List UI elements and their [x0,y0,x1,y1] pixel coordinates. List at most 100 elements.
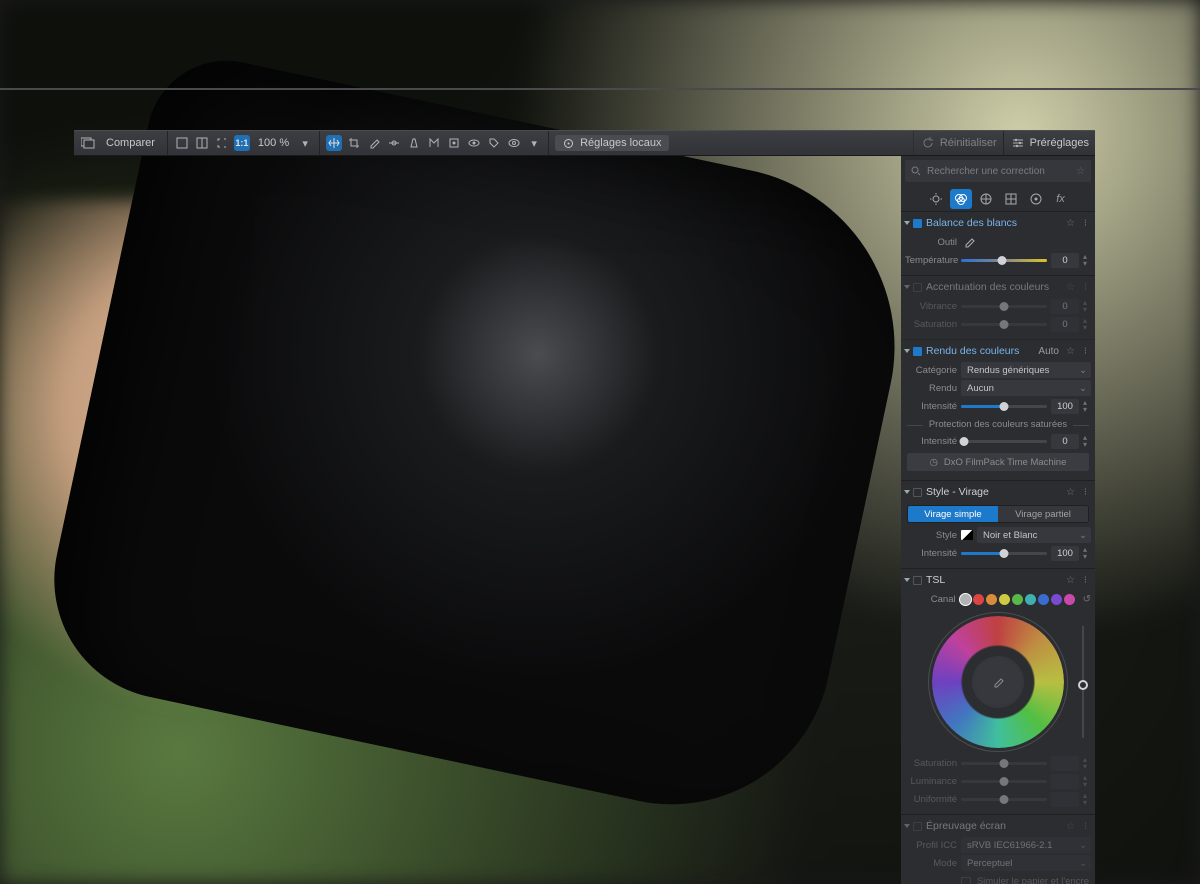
zoom-level[interactable]: 100 % [254,137,293,149]
favorite-icon[interactable]: ☆ [1065,218,1076,229]
local-adjustments-button[interactable]: Réglages locaux [555,135,669,151]
color-wheel[interactable] [932,616,1064,748]
style-dropdown[interactable]: Noir et Blanc [977,527,1091,543]
tab-local[interactable] [1025,189,1047,209]
stepper-icon[interactable]: ▴▾ [1083,317,1091,331]
auto-label[interactable]: Auto [1038,346,1059,357]
channel-swatch[interactable] [973,594,984,605]
filmpack-button[interactable]: ◷ DxO FilmPack Time Machine [907,453,1089,471]
reset-channel-icon[interactable]: ↺ [1083,594,1091,605]
intensity-slider[interactable] [961,405,1047,408]
expand-icon[interactable]: ⁝ [1080,282,1091,293]
tag-tool-icon[interactable] [486,135,502,151]
zoom-1to1-button[interactable]: 1:1 [234,135,250,151]
channel-swatch[interactable] [1012,594,1023,605]
channel-swatch[interactable] [1025,594,1036,605]
tsl-saturation-value[interactable] [1051,756,1079,771]
temperature-value[interactable]: 0 [1051,253,1079,268]
zoom-dropdown-icon[interactable]: ▾ [297,135,313,151]
seg-partial[interactable]: Virage partiel [998,506,1088,522]
section-toggle[interactable] [913,576,922,585]
tsl-uniformity-value[interactable] [1051,792,1079,807]
stepper-icon[interactable]: ▴▾ [1083,792,1091,806]
tab-effects[interactable]: fx [1050,189,1072,209]
redeye-tool-icon[interactable] [466,135,482,151]
saturation-value[interactable]: 0 [1051,317,1079,332]
saturation-slider[interactable] [961,323,1047,326]
protect-intensity-slider[interactable] [961,440,1047,443]
tab-detail[interactable] [975,189,997,209]
toning-mode-segment[interactable]: Virage simple Virage partiel [907,505,1089,523]
icc-profile-dropdown[interactable]: sRVB IEC61966-2.1 [961,837,1091,853]
compare-button[interactable]: Comparer [100,135,161,151]
render-dropdown[interactable]: Aucun [961,380,1091,396]
favorite-icon[interactable]: ☆ [1065,575,1076,586]
stepper-icon[interactable]: ▴▾ [1083,434,1091,448]
expand-icon[interactable]: ⁝ [1080,218,1091,229]
channel-swatch[interactable] [986,594,997,605]
category-dropdown[interactable]: Rendus génériques [961,362,1091,378]
stepper-icon[interactable]: ▴▾ [1083,299,1091,313]
favorite-icon[interactable]: ☆ [1065,821,1076,832]
single-view-icon[interactable] [174,135,190,151]
section-toggle[interactable] [913,488,922,497]
expand-icon[interactable]: ⁝ [1080,487,1091,498]
section-toggle[interactable] [913,822,922,831]
search-correction-input[interactable]: Rechercher une correction ☆ [905,160,1091,182]
vibrance-value[interactable]: 0 [1051,299,1079,314]
crop-tool-icon[interactable] [346,135,362,151]
search-star-icon[interactable]: ☆ [1076,166,1085,177]
vibrance-slider[interactable] [961,305,1047,308]
simulate-paper-checkbox[interactable]: Simuler le papier et l'encre [901,872,1095,884]
expand-icon[interactable]: ⁝ [1080,346,1091,357]
move-tool-icon[interactable] [326,135,342,151]
toning-intensity-slider[interactable] [961,552,1047,555]
channel-swatches[interactable] [960,594,1075,605]
disclosure-icon[interactable] [904,578,910,582]
tsl-uniformity-slider[interactable] [961,798,1047,801]
channel-swatch[interactable] [1064,594,1075,605]
retouch-tool-icon[interactable] [446,135,462,151]
tsl-saturation-slider[interactable] [961,762,1047,765]
preview-chevron-icon[interactable]: ▾ [526,135,542,151]
compare-icon[interactable] [80,135,96,151]
disclosure-icon[interactable] [904,285,910,289]
favorite-icon[interactable]: ☆ [1065,282,1076,293]
disclosure-icon[interactable] [904,824,910,828]
channel-swatch[interactable] [960,594,971,605]
section-toggle[interactable] [913,219,922,228]
stepper-icon[interactable]: ▴▾ [1083,399,1091,413]
channel-swatch[interactable] [999,594,1010,605]
section-toggle[interactable] [913,283,922,292]
favorite-icon[interactable]: ☆ [1065,487,1076,498]
tab-color[interactable] [950,189,972,209]
stepper-icon[interactable]: ▴▾ [1083,253,1091,267]
horizon-tool-icon[interactable] [386,135,402,151]
stepper-icon[interactable]: ▴▾ [1083,756,1091,770]
disclosure-icon[interactable] [904,490,910,494]
intensity-value[interactable]: 100 [1051,399,1079,414]
disclosure-icon[interactable] [904,221,910,225]
protect-intensity-value[interactable]: 0 [1051,434,1079,449]
toning-intensity-value[interactable]: 100 [1051,546,1079,561]
tsl-luminance-slider[interactable] [961,780,1047,783]
section-toggle[interactable] [913,347,922,356]
expand-icon[interactable]: ⁝ [1080,575,1091,586]
tab-geometry[interactable] [1000,189,1022,209]
seg-simple[interactable]: Virage simple [908,506,998,522]
stepper-icon[interactable]: ▴▾ [1083,546,1091,560]
split-view-icon[interactable] [194,135,210,151]
tsl-luminance-value[interactable] [1051,774,1079,789]
guide-tool-icon[interactable] [426,135,442,151]
channel-swatch[interactable] [1038,594,1049,605]
presets-icon[interactable] [1010,135,1026,151]
perspective-tool-icon[interactable] [406,135,422,151]
favorite-icon[interactable]: ☆ [1065,346,1076,357]
preview-tool-icon[interactable] [506,135,522,151]
render-mode-dropdown[interactable]: Perceptuel [961,855,1091,871]
tab-light[interactable] [925,189,947,209]
wb-eyedropper-icon[interactable] [961,234,977,250]
temperature-slider[interactable] [961,259,1047,262]
stepper-icon[interactable]: ▴▾ [1083,774,1091,788]
wheel-lum-slider[interactable] [1076,626,1090,738]
